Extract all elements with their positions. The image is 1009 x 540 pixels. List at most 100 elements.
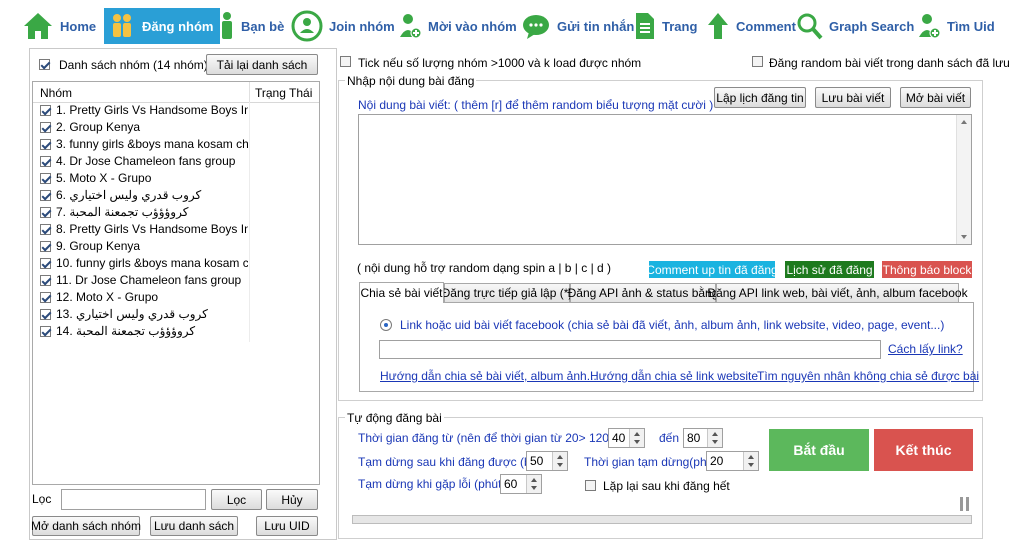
pause-icon[interactable] bbox=[960, 497, 963, 511]
spin-note: ( nội dung hỗ trợ random dạng spin a | b… bbox=[357, 261, 612, 275]
nav-invite-group-label: Mời vào nhóm bbox=[428, 18, 517, 34]
tab-api-link[interactable]: Đăng API link web, bài viết, ảnh, album … bbox=[707, 283, 968, 302]
time-from-stepper[interactable]: 40 bbox=[608, 428, 645, 448]
cancel-filter-button[interactable]: Hủy bbox=[266, 489, 318, 510]
open-list-button[interactable]: Mở danh sách nhóm bbox=[31, 516, 141, 536]
how-get-link-link[interactable]: Cách lấy link? bbox=[888, 342, 963, 356]
nav-graph-search[interactable]: Graph Search bbox=[797, 8, 914, 44]
person-icon bbox=[222, 12, 232, 39]
group-list-checkbox[interactable] bbox=[39, 59, 50, 70]
nav-invite-group[interactable]: Mời vào nhóm bbox=[398, 8, 517, 44]
reload-list-button[interactable]: Tải lại danh sách bbox=[206, 54, 318, 75]
nav-find-uid[interactable]: Tìm Uid bbox=[917, 8, 995, 44]
table-row[interactable]: 7. كروؤؤؤب تجمعنة المحبة bbox=[33, 204, 316, 221]
repeat-label: Lặp lại sau khi đăng hết bbox=[603, 479, 730, 493]
chat-bubble-icon bbox=[523, 15, 549, 39]
nav-find-uid-label: Tìm Uid bbox=[947, 18, 995, 34]
group-row-checkbox[interactable] bbox=[40, 326, 51, 337]
share-link-label: Link hoặc uid bài viết facebook (chia sẻ… bbox=[400, 318, 945, 332]
group-row-checkbox[interactable] bbox=[40, 105, 51, 116]
tab-share-post[interactable]: Chia sẻ bài viết bbox=[359, 282, 444, 303]
share-failure-reason-link[interactable]: Tìm nguyên nhân không chia sẻ được bài bbox=[757, 369, 979, 383]
nav-send-message[interactable]: Gửi tin nhắn bbox=[521, 8, 634, 44]
column-header-group[interactable]: Nhóm bbox=[40, 86, 72, 100]
table-row[interactable]: 6. كروب قدري وليس اختياري bbox=[33, 187, 316, 204]
table-row[interactable]: 9. Group Kenya bbox=[33, 238, 316, 255]
group-row-checkbox[interactable] bbox=[40, 156, 51, 167]
join-group-icon bbox=[291, 10, 323, 42]
filter-button[interactable]: Lọc bbox=[211, 489, 262, 510]
home-icon bbox=[24, 13, 52, 39]
group-row-checkbox[interactable] bbox=[40, 122, 51, 133]
save-list-button[interactable]: Lưu danh sách bbox=[150, 516, 238, 536]
group-row-checkbox[interactable] bbox=[40, 275, 51, 286]
table-row[interactable]: 2. Group Kenya bbox=[33, 119, 316, 136]
share-link-input[interactable] bbox=[379, 340, 881, 359]
nav-post-group[interactable]: Đăng nhóm bbox=[104, 8, 220, 44]
time-to-value: 80 bbox=[687, 431, 701, 445]
post-content-textarea[interactable] bbox=[358, 114, 972, 245]
pause-time-stepper[interactable]: 20 bbox=[706, 451, 759, 471]
scroll-down-icon[interactable] bbox=[961, 235, 967, 239]
group-row-checkbox[interactable] bbox=[40, 292, 51, 303]
guide-share-post-link[interactable]: Hướng dẫn chia sẻ bài viết, album ảnh... bbox=[380, 369, 597, 383]
random-post-checkbox[interactable] bbox=[752, 56, 763, 67]
group-row-name: 13. كروب قدري وليس اختياري bbox=[56, 307, 208, 321]
time-from-value: 40 bbox=[612, 431, 626, 445]
group-row-name: 3. funny girls &boys mana kosam chtn... bbox=[56, 137, 248, 151]
save-uid-button[interactable]: Lưu UID bbox=[256, 516, 318, 536]
table-row[interactable]: 3. funny girls &boys mana kosam chtn... bbox=[33, 136, 316, 153]
repeat-checkbox[interactable] bbox=[585, 480, 596, 491]
comment-up-button[interactable]: Comment up tin đã đăng bbox=[646, 261, 778, 278]
random-post-label: Đăng random bài viết trong danh sách đã … bbox=[769, 56, 1009, 70]
guide-share-link-website-link[interactable]: Hướng dẫn chia sẻ link website bbox=[590, 369, 758, 383]
pause-after-stepper[interactable]: 50 bbox=[526, 451, 568, 471]
group-row-name: 14. كروؤؤؤب تجمعنة المحبة bbox=[56, 324, 196, 338]
group-row-checkbox[interactable] bbox=[40, 241, 51, 252]
schedule-button[interactable]: Lập lịch đăng tin bbox=[714, 87, 806, 108]
group-row-checkbox[interactable] bbox=[40, 258, 51, 269]
share-link-radio[interactable] bbox=[380, 319, 392, 331]
column-header-status[interactable]: Trạng Thái bbox=[255, 86, 312, 100]
textarea-scrollbar[interactable] bbox=[956, 115, 971, 244]
nav-friends[interactable]: Bạn bè bbox=[219, 8, 284, 44]
save-post-button[interactable]: Lưu bài viết bbox=[815, 87, 891, 108]
block-notice-button[interactable]: Thông báo block bbox=[882, 261, 972, 278]
table-row[interactable]: 4. Dr Jose Chameleon fans group bbox=[33, 153, 316, 170]
nav-join-group[interactable]: Join nhóm bbox=[291, 8, 395, 44]
tab-direct-post[interactable]: Đăng trực tiếp giả lập (*) bbox=[442, 283, 572, 302]
group-row-name: 4. Dr Jose Chameleon fans group bbox=[56, 154, 236, 168]
arrow-up-icon bbox=[708, 13, 728, 39]
nav-home[interactable]: Home bbox=[22, 8, 96, 44]
open-post-button[interactable]: Mở bài viết bbox=[900, 87, 971, 108]
add-user-icon bbox=[919, 14, 941, 39]
group-row-checkbox[interactable] bbox=[40, 207, 51, 218]
start-button[interactable]: Bắt đầu bbox=[769, 429, 869, 471]
table-row[interactable]: 8. Pretty Girls Vs Handsome Boys In ... bbox=[33, 221, 316, 238]
tick-load-label: Tick nếu số lượng nhóm >1000 và k load đ… bbox=[358, 56, 642, 70]
group-row-checkbox[interactable] bbox=[40, 224, 51, 235]
table-row[interactable]: 5. Moto X - Grupo bbox=[33, 170, 316, 187]
group-row-checkbox[interactable] bbox=[40, 190, 51, 201]
tick-load-checkbox[interactable] bbox=[340, 56, 351, 67]
nav-comment[interactable]: Comment bbox=[706, 8, 796, 44]
filter-input[interactable] bbox=[61, 489, 206, 510]
pause-error-stepper[interactable]: 60 bbox=[500, 474, 542, 494]
table-row[interactable]: 11. Dr Jose Chameleon fans group bbox=[33, 272, 316, 289]
nav-page[interactable]: Trang bbox=[634, 8, 697, 44]
group-icon bbox=[113, 14, 131, 37]
table-row[interactable]: 12. Moto X - Grupo bbox=[33, 289, 316, 306]
scroll-up-icon[interactable] bbox=[961, 120, 967, 124]
group-row-checkbox[interactable] bbox=[40, 173, 51, 184]
table-row[interactable]: 13. كروب قدري وليس اختياري bbox=[33, 306, 316, 323]
time-to-stepper[interactable]: 80 bbox=[683, 428, 723, 448]
table-row[interactable]: 14. كروؤؤؤب تجمعنة المحبة bbox=[33, 323, 316, 340]
group-row-checkbox[interactable] bbox=[40, 139, 51, 150]
table-row[interactable]: 1. Pretty Girls Vs Handsome Boys In ... bbox=[33, 102, 316, 119]
top-navigation: Home Đăng nhóm Bạn bè Join nhóm Mời vào … bbox=[0, 0, 1009, 50]
stop-button[interactable]: Kết thúc bbox=[874, 429, 973, 471]
group-row-checkbox[interactable] bbox=[40, 309, 51, 320]
table-row[interactable]: 10. funny girls &boys mana kosam cht... bbox=[33, 255, 316, 272]
tab-api-photo-status[interactable]: Đăng API ảnh & status bằng bbox=[568, 283, 718, 302]
history-button[interactable]: Lịch sử đã đăng bbox=[785, 261, 874, 278]
